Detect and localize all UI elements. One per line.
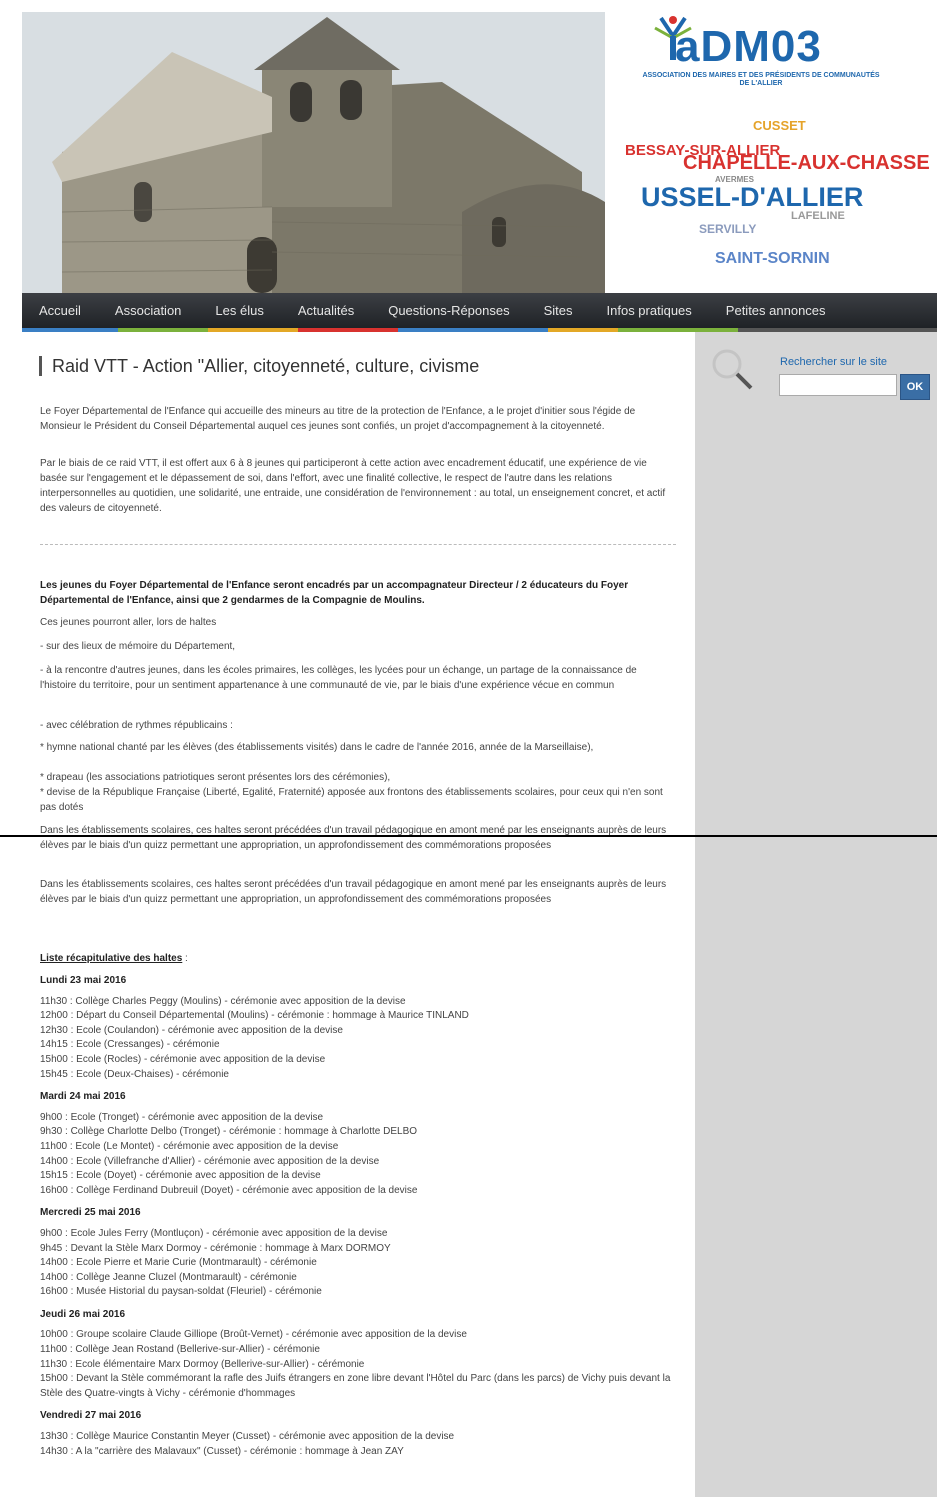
header-photo — [22, 12, 605, 293]
day-heading: Jeudi 26 mai 2016 — [40, 1308, 126, 1320]
search-input[interactable] — [779, 374, 897, 396]
halte-item: 14h00 : Collège Jeanne Cluzel (Montmarau… — [40, 1271, 297, 1283]
town-servilly: SERVILLY — [699, 222, 757, 236]
main-content: Raid VTT - Action "Allier, citoyenneté, … — [22, 332, 695, 1497]
town-ussel: USSEL-D'ALLIER — [641, 182, 864, 212]
main-nav: Accueil Association Les élus Actualités … — [22, 293, 937, 328]
haltes-list: Lundi 23 mai 2016 11h30 : Collège Charles… — [40, 972, 672, 1459]
article-line-2: - sur des lieux de mémoire du Départemen… — [40, 641, 236, 652]
article-intro-2: Par le biais de ce raid VTT, il est offe… — [40, 458, 666, 514]
halte-item: 14h00 : Ecole Pierre et Marie Curie (Mon… — [40, 1257, 317, 1269]
halte-item: 9h30 : Collège Charlotte Delbo (Tronget)… — [40, 1126, 418, 1138]
bullet-hymne: * hymne national chanté par les élèves (… — [40, 742, 594, 753]
halte-item: 15h00 : Devant la Stèle commémorant la r… — [40, 1373, 671, 1399]
halte-item: 11h00 : Ecole (Le Montet) - cérémonie av… — [40, 1140, 339, 1152]
nav-questions-reponses[interactable]: Questions-Réponses — [371, 303, 526, 318]
list-title-text: Liste récapitulative des haltes — [40, 953, 183, 964]
halte-item: 12h30 : Ecole (Coulandon) - cérémonie av… — [40, 1024, 343, 1036]
bullet-drapeau: * drapeau (les associations patriotiques… — [40, 772, 391, 783]
town-cusset: CUSSET — [753, 118, 806, 133]
sidebar: Rechercher sur le site OK — [695, 332, 937, 1497]
article-intro-1: Le Foyer Départemental de l'Enfance qui … — [40, 406, 636, 432]
church-photo — [22, 12, 605, 293]
nav-association[interactable]: Association — [98, 303, 198, 318]
article-bold-intro: Les jeunes du Foyer Départemental de l'E… — [40, 580, 629, 606]
halte-item: 11h30 : Ecole élémentaire Marx Dormoy (B… — [40, 1358, 365, 1370]
nav-les-elus[interactable]: Les élus — [198, 303, 280, 318]
halte-item: 10h00 : Groupe scolaire Claude Gilliope … — [40, 1329, 467, 1341]
halte-item: 12h00 : Départ du Conseil Départemental … — [40, 1010, 469, 1022]
day-heading: Vendredi 27 mai 2016 — [40, 1410, 142, 1422]
page: aDM03 ASSOCIATION DES MAIRES ET DES PRÉS… — [22, 12, 937, 1497]
halte-item: 14h30 : A la "carrière des Malavaux" (Cu… — [40, 1445, 404, 1457]
article-line-4: - avec célébration de rythmes républicai… — [40, 720, 233, 731]
halte-item: 9h00 : Ecole Jules Ferry (Montluçon) - c… — [40, 1227, 388, 1239]
town-chapelle: CHAPELLE-AUX-CHASSE — [683, 152, 930, 174]
town-lafeline: LAFELINE — [791, 210, 845, 222]
halte-item: 11h00 : Collège Jean Rostand (Bellerive-… — [40, 1344, 320, 1356]
article-line-3: - à la rencontre d'autres jeunes, dans l… — [40, 665, 637, 691]
halte-item: 14h00 : Ecole (Villefranche d'Allier) - … — [40, 1155, 380, 1167]
nav-sites[interactable]: Sites — [527, 303, 590, 318]
town-saint-sornin: SAINT-SORNIN — [715, 250, 830, 267]
article-title: Raid VTT - Action "Allier, citoyenneté, … — [39, 356, 479, 376]
logo-subtitle: ASSOCIATION DES MAIRES ET DES PRÉSIDENTS… — [642, 72, 880, 87]
logo-area: aDM03 ASSOCIATION DES MAIRES ET DES PRÉS… — [605, 12, 937, 293]
halte-item: 16h00 : Musée Historial du paysan-soldat… — [40, 1286, 322, 1298]
article-line-1: Ces jeunes pourront aller, lors de halte… — [40, 617, 217, 628]
list-title-suffix: : — [182, 953, 188, 964]
day-heading: Mercredi 25 mai 2016 — [40, 1207, 141, 1219]
nav-infos-pratiques[interactable]: Infos pratiques — [590, 303, 709, 318]
list-title: Liste récapitulative des haltes : — [40, 951, 672, 966]
halte-item: 9h00 : Ecole (Tronget) - cérémonie avec … — [40, 1111, 324, 1123]
day-heading: Lundi 23 mai 2016 — [40, 975, 127, 986]
halte-item: 13h30 : Collège Maurice Constantin Meyer… — [40, 1431, 455, 1443]
halte-item: 9h45 : Devant la Stèle Marx Dormoy - cér… — [40, 1242, 391, 1254]
halte-item: 16h00 : Collège Ferdinand Dubreuil (Doye… — [40, 1184, 418, 1196]
schools-para-cut: Dans les établissements scolaires, ces h… — [40, 825, 667, 851]
halte-item: 15h15 : Ecole (Doyet) - cérémonie avec a… — [40, 1170, 321, 1182]
bullet-devise: * devise de la République Française (Lib… — [40, 787, 663, 813]
halte-item: 14h15 : Ecole (Cressanges) - cérémonie — [40, 1039, 220, 1051]
schools-para: Dans les établissements scolaires, ces h… — [40, 879, 667, 905]
magnifier-icon — [712, 349, 753, 390]
halte-item: 15h45 : Ecole (Deux-Chaises) - cérémonie — [40, 1068, 229, 1080]
nav-petites-annonces[interactable]: Petites annonces — [709, 303, 843, 318]
day-heading: Mardi 24 mai 2016 — [40, 1091, 126, 1103]
search-label: Rechercher sur le site — [780, 356, 887, 368]
screenshot-divider — [0, 835, 937, 837]
separator — [40, 544, 676, 545]
nav-actualites[interactable]: Actualités — [281, 303, 371, 318]
halte-item: 11h30 : Collège Charles Peggy (Moulins) … — [40, 995, 406, 1007]
search-ok-button[interactable]: OK — [900, 374, 930, 400]
nav-accueil[interactable]: Accueil — [22, 303, 98, 318]
logo-text[interactable]: aDM03 — [675, 22, 822, 72]
halte-item: 15h00 : Ecole (Rocles) - cérémonie avec … — [40, 1053, 326, 1065]
